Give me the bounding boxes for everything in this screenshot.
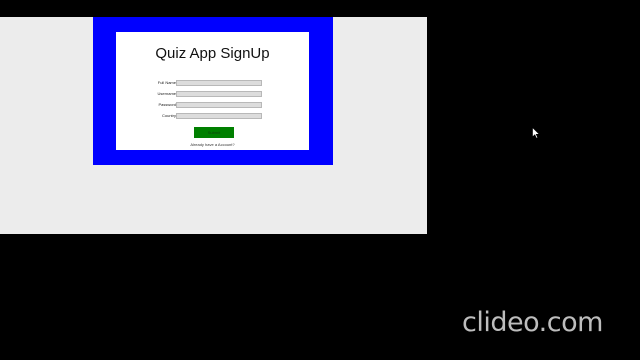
- country-field[interactable]: [176, 113, 262, 119]
- full-name-row: Full Name: [116, 79, 309, 87]
- signup-frame: Quiz App SignUp Full Name Username Passw…: [93, 17, 333, 165]
- password-field[interactable]: [176, 102, 262, 108]
- username-field[interactable]: [176, 91, 262, 97]
- password-label: Password: [158, 102, 176, 107]
- submit-button[interactable]: Submit: [194, 127, 234, 138]
- page-title: Quiz App SignUp: [155, 45, 270, 62]
- full-name-label: Full Name: [157, 80, 176, 85]
- login-link[interactable]: Already have a Account?: [116, 142, 309, 147]
- full-name-field[interactable]: [176, 80, 262, 86]
- app-window: Quiz App SignUp Full Name Username Passw…: [0, 17, 427, 234]
- password-row: Password: [116, 101, 309, 109]
- username-label: Username: [157, 91, 176, 96]
- username-row: Username: [116, 90, 309, 98]
- country-label: Country: [161, 113, 176, 118]
- signup-form: Quiz App SignUp Full Name Username Passw…: [116, 32, 309, 150]
- country-row: Country: [116, 112, 309, 120]
- mouse-pointer-icon: [532, 127, 540, 139]
- watermark: clideo.com: [462, 307, 603, 338]
- screen: Quiz App SignUp Full Name Username Passw…: [0, 0, 640, 360]
